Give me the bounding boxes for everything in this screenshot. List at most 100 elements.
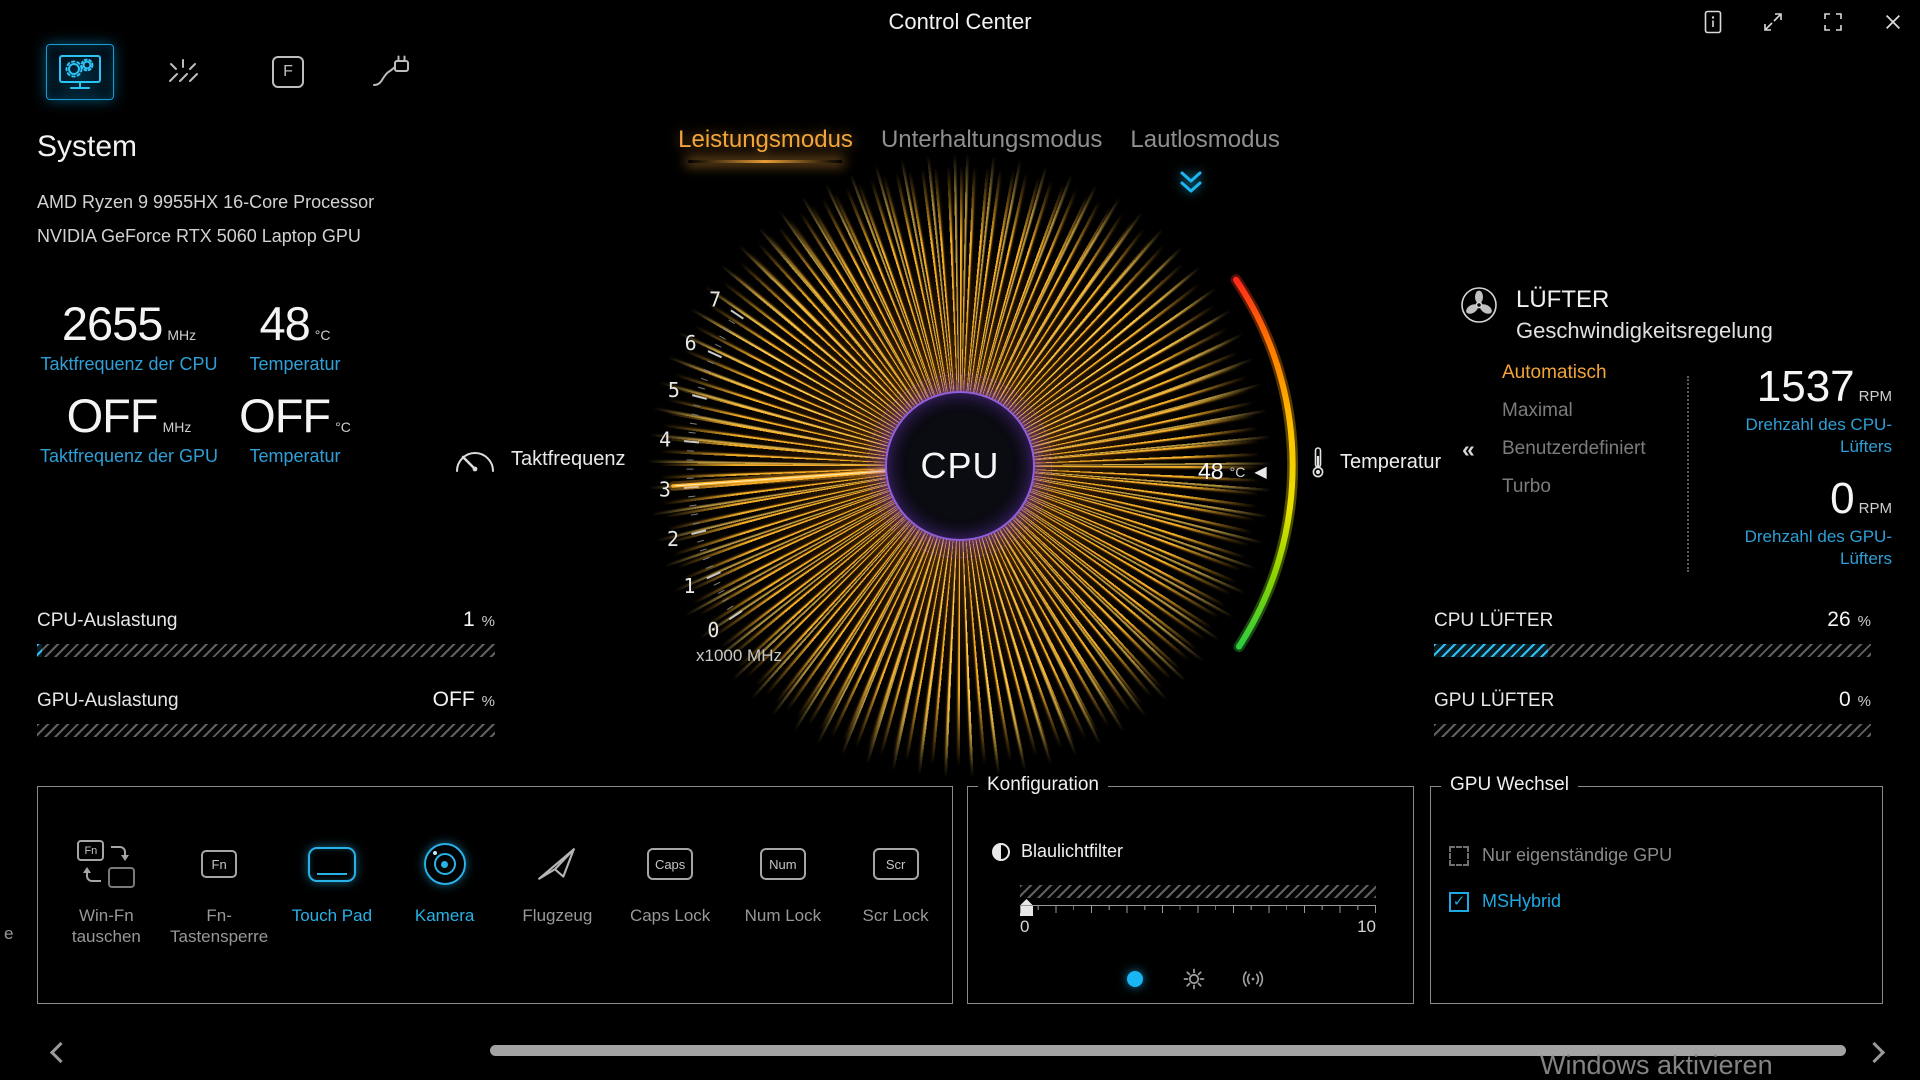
close-button[interactable] [1880, 8, 1906, 36]
fan-mode-benutzerdefiniert[interactable]: «Benutzerdefiniert [1502, 430, 1646, 468]
mode-lautlosmodus[interactable]: Lautlosmodus [1130, 126, 1279, 154]
chevron-left-icon [49, 1042, 70, 1063]
cpu-temp-unit: °C [315, 327, 331, 343]
config-mode-icons [1123, 967, 1265, 991]
toggle-label: Scr Lock [863, 905, 929, 926]
cpu-fan-meter-label: CPU LÜFTER [1434, 610, 1553, 632]
gpu-temp-value: OFF [239, 389, 330, 442]
win-fn-swap-icon: Fn [77, 838, 135, 890]
volume-waves-button[interactable] [1241, 967, 1265, 991]
gauge-scale: 76543210 [659, 288, 743, 642]
checkbox-checked-icon[interactable] [1449, 892, 1469, 912]
cpu-clock-value: 2655 [62, 297, 163, 350]
mshybrid-label: MSHybrid [1482, 891, 1561, 912]
dedicated-gpu-label: Nur eigenständige GPU [1482, 845, 1672, 866]
info-button[interactable] [1700, 8, 1726, 36]
svg-text:2: 2 [667, 527, 679, 551]
toggle-fn-lock[interactable]: Fn Fn-Tastensperre [163, 831, 276, 1003]
tab-function-keys[interactable]: F [254, 44, 322, 100]
restore-button[interactable] [1760, 8, 1786, 36]
svg-text:0: 0 [707, 618, 719, 642]
expand-modes-button[interactable] [1178, 170, 1204, 197]
cpu-usage-bar [37, 644, 495, 657]
restore-icon [1762, 11, 1784, 33]
cpu-clock-label: Taktfrequenz der CPU [30, 354, 228, 375]
toggle-win-fn-swap[interactable]: Fn Win-Fn tauschen [50, 831, 163, 1003]
cpu-fan-bar-fill [1434, 644, 1548, 657]
temperature-pointer-icon: ◀ [1254, 462, 1266, 482]
toggle-label: Touch Pad [292, 905, 372, 926]
checkbox-unchecked-icon[interactable] [1449, 846, 1469, 866]
tab-system[interactable] [46, 44, 114, 100]
mode-unterhaltungsmodus[interactable]: Unterhaltungsmodus [881, 126, 1102, 154]
fan-mode-maximal[interactable]: Maximal [1502, 392, 1646, 430]
tab-connectivity[interactable] [358, 44, 426, 100]
slider-ruler [1020, 905, 1376, 913]
toggle-caps-lock[interactable]: Caps Caps Lock [614, 831, 727, 1003]
konfiguration-title: Konfiguration [978, 774, 1108, 796]
gpu-rpm-unit: RPM [1859, 500, 1892, 517]
cpu-usage-label: CPU-Auslastung [37, 610, 177, 632]
tab-keyboard-backlight[interactable] [150, 44, 218, 100]
scroll-left-button[interactable] [42, 1036, 78, 1072]
toggle-label: Kamera [415, 905, 475, 926]
fan-divider [1687, 376, 1689, 572]
option-dedicated-gpu[interactable]: Nur eigenständige GPU [1449, 845, 1672, 866]
fan-title: LÜFTER [1516, 286, 1773, 314]
svg-text:3: 3 [659, 477, 671, 501]
num-key-icon: Num [760, 848, 806, 880]
cpu-usage-value: 1 [463, 608, 475, 631]
fullscreen-button[interactable] [1820, 8, 1846, 36]
cpu-clock-stat: 2655MHz Taktfrequenz der CPU [30, 296, 228, 375]
toggle-label: Flugzeug [522, 905, 592, 926]
gpu-usage-value: OFF [433, 688, 475, 711]
gpu-temp-unit: °C [335, 419, 351, 435]
toggle-airplane-mode[interactable]: Flugzeug [501, 831, 614, 1003]
gauge-needle [673, 471, 886, 486]
cpu-rpm-value: 1537 [1757, 362, 1855, 411]
gauge-needle-glow [673, 471, 886, 486]
mode-leistungsmodus[interactable]: Leistungsmodus [678, 126, 853, 154]
cpu-rpm-unit: RPM [1859, 388, 1892, 405]
toggle-label: Caps Lock [630, 905, 710, 926]
toggle-scroll-lock[interactable]: Scr Scr Lock [839, 831, 952, 1003]
bluelight-slider-track[interactable] [1020, 885, 1376, 898]
temperatur-label: Temperatur [1340, 451, 1441, 474]
svg-text:5: 5 [668, 378, 680, 402]
scroll-right-button[interactable] [1856, 1036, 1892, 1072]
cpu-fan-meter: CPU LÜFTER 26% [1434, 608, 1871, 657]
chevron-right-icon [1863, 1042, 1884, 1063]
fan-mode-turbo[interactable]: Turbo [1502, 468, 1646, 506]
f-key-icon: F [272, 56, 304, 88]
brightness-button[interactable] [1182, 967, 1206, 991]
option-mshybrid[interactable]: MSHybrid [1449, 891, 1561, 912]
gpu-wechsel-panel: GPU Wechsel Nur eigenständige GPU MSHybr… [1430, 786, 1883, 1004]
cpu-fan-bar [1434, 644, 1871, 657]
camera-icon [424, 843, 466, 885]
toggle-touchpad[interactable]: Touch Pad [276, 831, 389, 1003]
fan-mode-automatisch[interactable]: Automatisch [1502, 354, 1646, 392]
night-light-button[interactable] [1123, 967, 1147, 991]
gpu-fan-meter-label: GPU LÜFTER [1434, 690, 1554, 712]
window-controls [1700, 8, 1906, 36]
windows-watermark: Windows aktivieren [1540, 1050, 1773, 1080]
scale-unit-label: x1000 MHz [696, 646, 782, 666]
cpu-fan-meter-unit: % [1858, 613, 1871, 630]
toggle-camera[interactable]: Kamera [388, 831, 501, 1003]
f-key-glyph: F [283, 63, 293, 81]
fn-lock-icon: Fn [201, 850, 237, 878]
gpu-temp-label: Temperatur [234, 446, 356, 467]
gpu-fan-meter-unit: % [1858, 693, 1871, 710]
toggle-num-lock[interactable]: Num Num Lock [727, 831, 840, 1003]
night-light-icon [1127, 971, 1143, 987]
toggle-label: Num Lock [745, 905, 822, 926]
collapse-chevrons-icon[interactable]: « [1462, 430, 1473, 468]
system-gear-icon [57, 52, 103, 92]
cpu-name: AMD Ryzen 9 9955HX 16-Core Processor [37, 192, 374, 213]
konfiguration-panel: Konfiguration Blaulichtfilter 0 10 [967, 786, 1414, 1004]
fan-subtitle: Geschwindigkeitsregelung [1516, 318, 1773, 344]
fan-header: LÜFTER Geschwindigkeitsregelung [1460, 286, 1773, 344]
gpu-usage-unit: % [482, 693, 495, 710]
gpu-name: NVIDIA GeForce RTX 5060 Laptop GPU [37, 226, 361, 247]
brightness-icon [1182, 967, 1206, 991]
